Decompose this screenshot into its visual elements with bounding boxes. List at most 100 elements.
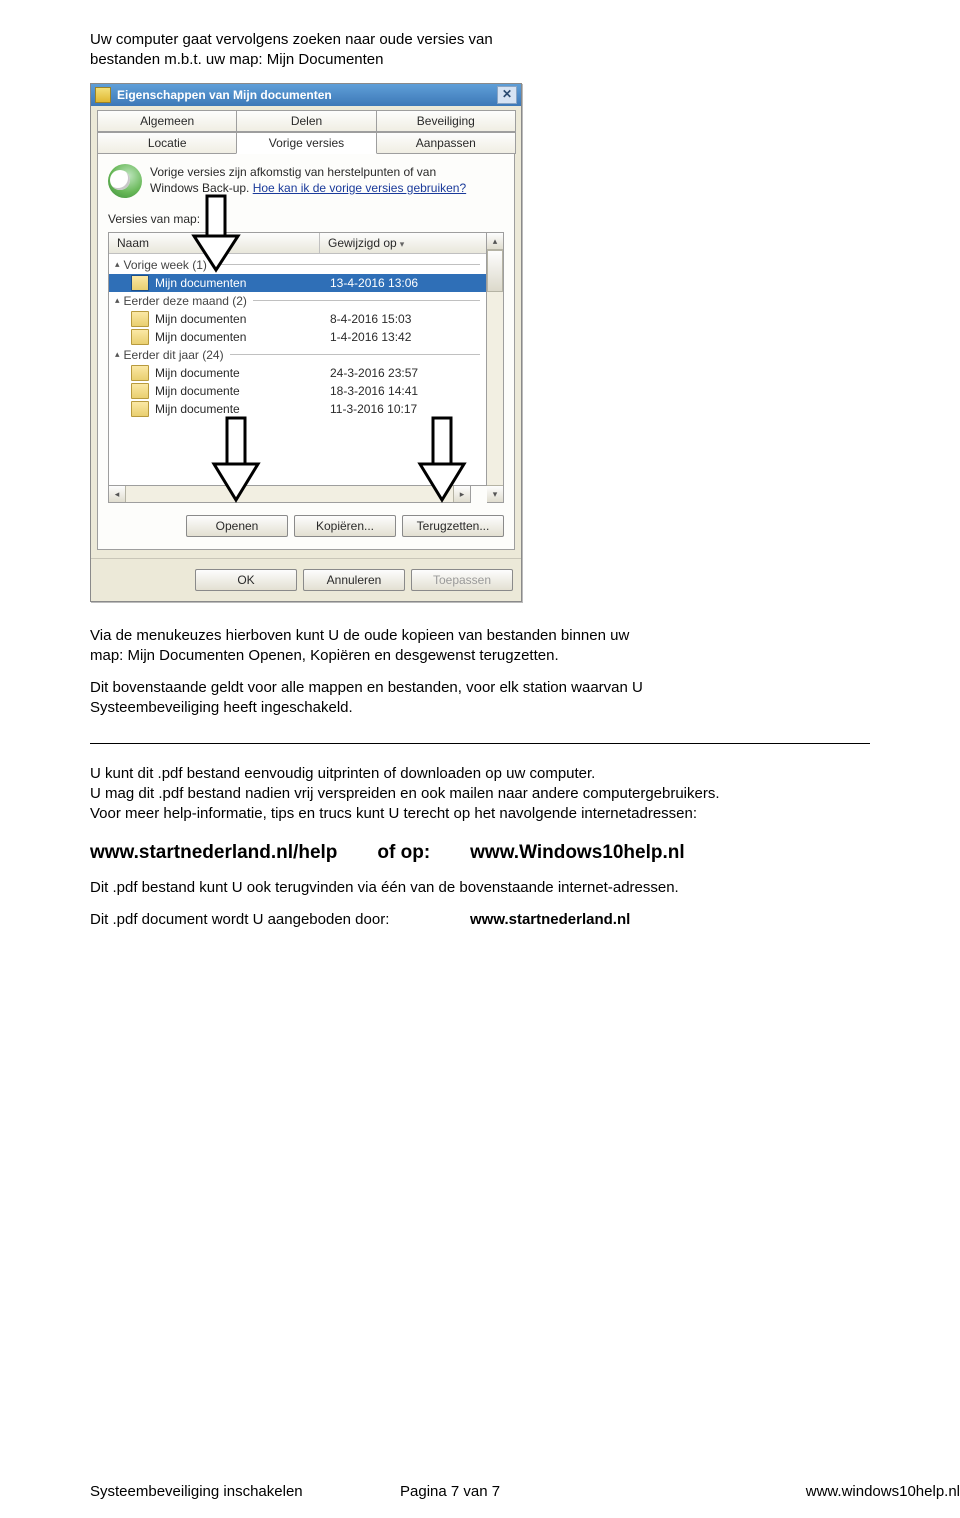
group-line bbox=[230, 354, 480, 355]
folder-icon bbox=[95, 87, 111, 103]
collapse-icon: ▴ bbox=[115, 259, 120, 270]
link-separator: of op: bbox=[377, 842, 430, 864]
list-item[interactable]: Mijn documente11-3-2016 10:17 bbox=[109, 400, 486, 418]
para2-line1: Dit bovenstaande geldt voor alle mappen … bbox=[90, 679, 643, 696]
para4: Dit .pdf bestand kunt U ook terugvinden … bbox=[90, 879, 679, 896]
row-name: Mijn documente bbox=[155, 384, 330, 398]
group-label: Eerder dit jaar (24) bbox=[124, 348, 224, 362]
row-name: Mijn documenten bbox=[155, 312, 330, 326]
offered-by-label: Dit .pdf document wordt U aangeboden doo… bbox=[90, 911, 470, 928]
list-item[interactable]: Mijn documente18-3-2016 14:41 bbox=[109, 382, 486, 400]
row-name: Mijn documente bbox=[155, 402, 330, 416]
ok-button[interactable]: OK bbox=[195, 569, 297, 591]
help-links-row: www.startnederland.nl/help of op: www.Wi… bbox=[90, 842, 870, 864]
list-group-header[interactable]: ▴ Eerder dit jaar (24) bbox=[109, 346, 486, 364]
dialog-titlebar: Eigenschappen van Mijn documenten ✕ bbox=[91, 84, 521, 106]
row-date: 18-3-2016 14:41 bbox=[330, 384, 480, 398]
properties-dialog: Eigenschappen van Mijn documenten ✕ Alge… bbox=[90, 83, 522, 602]
footer-left: Systeembeveiliging inschakelen bbox=[90, 1483, 400, 1500]
panel-description: Vorige versies zijn afkomstig van herste… bbox=[150, 164, 466, 198]
list-item[interactable]: Mijn documenten13-4-2016 13:06 bbox=[109, 274, 486, 292]
tab-panel-vorige-versies: Vorige versies zijn afkomstig van herste… bbox=[97, 153, 515, 550]
row-name: Mijn documenten bbox=[155, 276, 330, 290]
group-line bbox=[213, 264, 480, 265]
folder-icon bbox=[131, 329, 149, 345]
versions-label: Versies van map: bbox=[108, 212, 504, 226]
list-header: Naam Gewijzigd op▾ bbox=[109, 233, 486, 254]
offered-by-value[interactable]: www.startnederland.nl bbox=[470, 911, 630, 928]
kopieren-button[interactable]: Kopiëren... bbox=[294, 515, 396, 537]
row-name: Mijn documenten bbox=[155, 330, 330, 344]
scroll-right-icon[interactable]: ▸ bbox=[453, 486, 470, 502]
explain-line-2: Windows Back-up. bbox=[150, 181, 253, 195]
scrollbar-track-v[interactable] bbox=[487, 250, 503, 485]
tabs-row-2: Locatie Vorige versies Aanpassen bbox=[97, 132, 515, 154]
folder-icon bbox=[131, 275, 149, 291]
scrollbar-track[interactable] bbox=[126, 486, 453, 502]
list-item[interactable]: Mijn documenten1-4-2016 13:42 bbox=[109, 328, 486, 346]
scroll-left-icon[interactable]: ◂ bbox=[109, 486, 126, 502]
column-gewijzigd-op[interactable]: Gewijzigd op▾ bbox=[320, 233, 486, 253]
sort-desc-icon: ▾ bbox=[400, 239, 405, 249]
versions-list: Naam Gewijzigd op▾ ▴ Vorige week (1) Mijn … bbox=[108, 232, 487, 486]
intro-line-2: bestanden m.b.t. uw map: Mijn Documenten bbox=[90, 51, 383, 68]
terugzetten-button[interactable]: Terugzetten... bbox=[402, 515, 504, 537]
collapse-icon: ▴ bbox=[115, 349, 120, 360]
column-date-label: Gewijzigd op bbox=[328, 236, 397, 250]
row-date: 11-3-2016 10:17 bbox=[330, 402, 480, 416]
tabs-row-1: Algemeen Delen Beveiliging bbox=[97, 110, 515, 132]
list-item[interactable]: Mijn documenten8-4-2016 15:03 bbox=[109, 310, 486, 328]
tab-algemeen[interactable]: Algemeen bbox=[97, 110, 237, 132]
row-date: 24-3-2016 23:57 bbox=[330, 366, 480, 380]
para2-line2: Systeembeveiliging heeft ingeschakeld. bbox=[90, 699, 353, 716]
folder-icon bbox=[131, 311, 149, 327]
collapse-icon: ▴ bbox=[115, 295, 120, 306]
tab-aanpassen[interactable]: Aanpassen bbox=[376, 132, 516, 154]
column-naam[interactable]: Naam bbox=[109, 233, 320, 253]
horizontal-rule bbox=[90, 743, 870, 744]
list-item[interactable]: Mijn documente24-3-2016 23:57 bbox=[109, 364, 486, 382]
intro-line-1: Uw computer gaat vervolgens zoeken naar … bbox=[90, 31, 493, 48]
toepassen-button[interactable]: Toepassen bbox=[411, 569, 513, 591]
scroll-up-icon[interactable]: ▴ bbox=[487, 233, 503, 250]
page-footer: Systeembeveiliging inschakelen Pagina 7 … bbox=[90, 1483, 960, 1500]
tab-locatie[interactable]: Locatie bbox=[97, 132, 237, 154]
row-date: 13-4-2016 13:06 bbox=[330, 276, 480, 290]
scroll-down-icon[interactable]: ▾ bbox=[487, 485, 503, 502]
list-group-header[interactable]: ▴ Eerder deze maand (2) bbox=[109, 292, 486, 310]
tab-beveiliging[interactable]: Beveiliging bbox=[376, 110, 516, 132]
row-date: 1-4-2016 13:42 bbox=[330, 330, 480, 344]
footer-center: Pagina 7 van 7 bbox=[400, 1483, 660, 1500]
para1-line1: Via de menukeuzes hierboven kunt U de ou… bbox=[90, 627, 629, 644]
link-windows10help[interactable]: www.Windows10help.nl bbox=[470, 842, 684, 864]
group-line bbox=[253, 300, 480, 301]
list-group-header[interactable]: ▴ Vorige week (1) bbox=[109, 256, 486, 274]
dialog-bottom-row: OK Annuleren Toepassen bbox=[91, 558, 521, 601]
para1-line2: map: Mijn Documenten Openen, Kopiëren en… bbox=[90, 647, 559, 664]
dialog-title: Eigenschappen van Mijn documenten bbox=[117, 88, 497, 102]
annuleren-button[interactable]: Annuleren bbox=[303, 569, 405, 591]
openen-button[interactable]: Openen bbox=[186, 515, 288, 537]
footer-right: www.windows10help.nl bbox=[660, 1483, 960, 1500]
tab-vorige-versies[interactable]: Vorige versies bbox=[236, 132, 376, 154]
restore-icon bbox=[108, 164, 142, 198]
close-icon[interactable]: ✕ bbox=[497, 86, 517, 104]
tab-delen[interactable]: Delen bbox=[236, 110, 376, 132]
explain-line-1: Vorige versies zijn afkomstig van herste… bbox=[150, 165, 436, 179]
group-label: Vorige week (1) bbox=[124, 258, 207, 272]
scrollbar-thumb[interactable] bbox=[487, 250, 503, 292]
para3-line1: U kunt dit .pdf bestand eenvoudig uitpri… bbox=[90, 765, 595, 782]
horizontal-scrollbar[interactable]: ◂ ▸ bbox=[108, 486, 471, 503]
help-link[interactable]: Hoe kan ik de vorige versies gebruiken? bbox=[253, 181, 466, 195]
panel-action-row: Openen Kopiëren... Terugzetten... bbox=[108, 515, 504, 537]
folder-icon bbox=[131, 401, 149, 417]
link-startnederland-help[interactable]: www.startnederland.nl/help bbox=[90, 842, 337, 864]
para3-line2: U mag dit .pdf bestand nadien vrij versp… bbox=[90, 785, 720, 802]
group-label: Eerder deze maand (2) bbox=[124, 294, 247, 308]
vertical-scrollbar[interactable]: ▴ ▾ bbox=[487, 232, 504, 503]
folder-icon bbox=[131, 365, 149, 381]
folder-icon bbox=[131, 383, 149, 399]
row-name: Mijn documente bbox=[155, 366, 330, 380]
para3-line3: Voor meer help-informatie, tips en trucs… bbox=[90, 805, 697, 822]
offered-by-row: Dit .pdf document wordt U aangeboden doo… bbox=[90, 911, 870, 928]
